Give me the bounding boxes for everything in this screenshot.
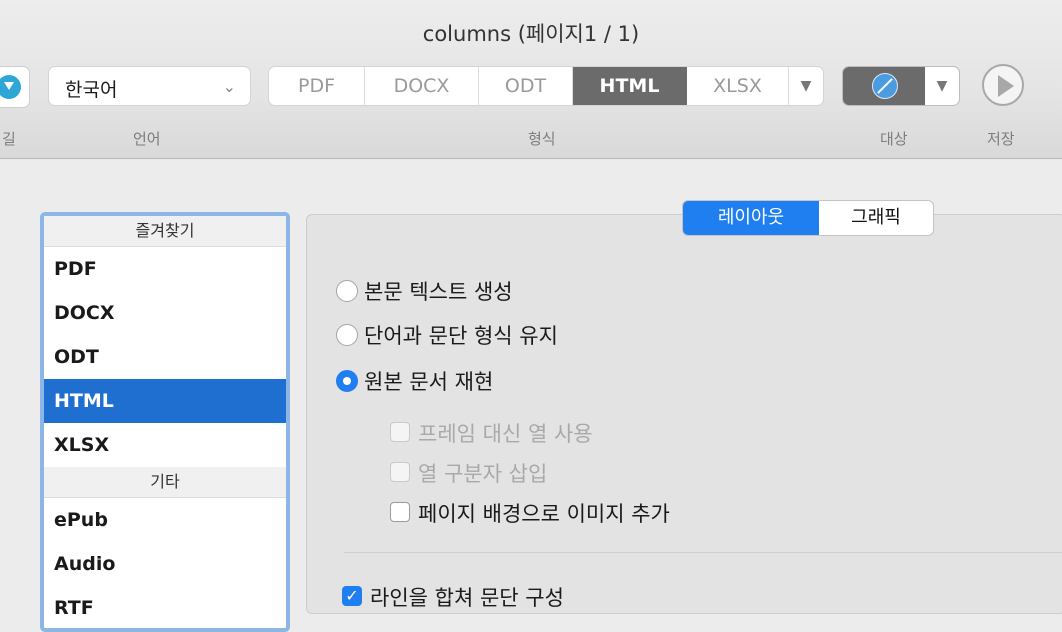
format-preset-list: 즐겨찾기 PDF DOCX ODT HTML XLSX 기타 ePub Audi…	[40, 212, 290, 632]
divider	[344, 552, 1062, 553]
language-label: 언어	[133, 130, 161, 148]
list-item-xlsx[interactable]: XLSX	[44, 423, 286, 467]
save-button[interactable]	[982, 64, 1024, 106]
format-label: 형식	[528, 130, 556, 148]
compass-icon	[872, 73, 898, 99]
target-dropdown[interactable]: ▼	[925, 67, 959, 105]
format-option-odt[interactable]: ODT	[479, 67, 573, 105]
format-segmented-control: PDF DOCX ODT HTML XLSX ▼	[268, 66, 824, 106]
language-value: 한국어	[65, 79, 118, 101]
list-item-html[interactable]: HTML	[44, 379, 286, 423]
checkbox-page-background-image[interactable]	[390, 502, 410, 522]
save-label: 저장	[987, 130, 1015, 148]
download-label: 길	[2, 130, 16, 148]
checkbox-columns-instead-of-frames[interactable]	[390, 422, 410, 442]
download-button[interactable]	[0, 66, 30, 108]
radio-keep-formatting-label: 단어과 문단 형식 유지	[364, 324, 558, 348]
target-main[interactable]	[843, 67, 925, 105]
radio-plain-text-label: 본문 텍스트 생성	[364, 280, 513, 304]
radio-plain-text[interactable]	[336, 280, 358, 302]
settings-panel	[306, 214, 1062, 614]
toolbar: columns (페이지1 / 1) 길 한국어 ⌄ 언어 PDF DOCX O…	[0, 0, 1062, 159]
tab-graphics[interactable]: 그래픽	[819, 201, 933, 235]
checkbox-page-background-image-label: 페이지 배경으로 이미지 추가	[418, 502, 670, 526]
radio-keep-formatting[interactable]	[336, 324, 358, 346]
checkbox-column-separator[interactable]	[390, 462, 410, 482]
list-item-rtf[interactable]: RTF	[44, 586, 286, 628]
window-title: columns (페이지1 / 1)	[422, 22, 640, 46]
list-item-epub[interactable]: ePub	[44, 498, 286, 542]
checkbox-merge-lines[interactable]: ✓	[342, 586, 362, 606]
format-option-html[interactable]: HTML	[573, 67, 687, 105]
tab-layout[interactable]: 레이아웃	[683, 201, 819, 235]
format-option-xlsx[interactable]: XLSX	[687, 67, 789, 105]
checkbox-columns-instead-of-frames-label: 프레임 대신 열 사용	[418, 422, 593, 446]
target-button[interactable]: ▼	[842, 66, 960, 106]
favorites-header: 즐겨찾기	[44, 216, 286, 247]
format-more-dropdown[interactable]: ▼	[789, 67, 823, 105]
download-icon	[0, 75, 21, 99]
list-item-odt[interactable]: ODT	[44, 335, 286, 379]
checkbox-column-separator-label: 열 구분자 삽입	[418, 462, 548, 486]
list-item-docx[interactable]: DOCX	[44, 291, 286, 335]
other-header: 기타	[44, 467, 286, 498]
list-item-pdf[interactable]: PDF	[44, 247, 286, 291]
format-option-pdf[interactable]: PDF	[269, 67, 365, 105]
panel-tabs: 레이아웃 그래픽	[682, 200, 934, 236]
radio-exact-copy-label: 원본 문서 재현	[364, 370, 494, 394]
language-select[interactable]: 한국어 ⌄	[48, 66, 251, 106]
target-label: 대상	[880, 130, 908, 148]
chevron-down-icon: ⌄	[222, 77, 236, 96]
list-item-audio[interactable]: Audio	[44, 542, 286, 586]
format-option-docx[interactable]: DOCX	[365, 67, 479, 105]
checkbox-merge-lines-label: 라인을 합쳐 문단 구성	[370, 586, 564, 610]
radio-exact-copy[interactable]	[336, 370, 358, 392]
